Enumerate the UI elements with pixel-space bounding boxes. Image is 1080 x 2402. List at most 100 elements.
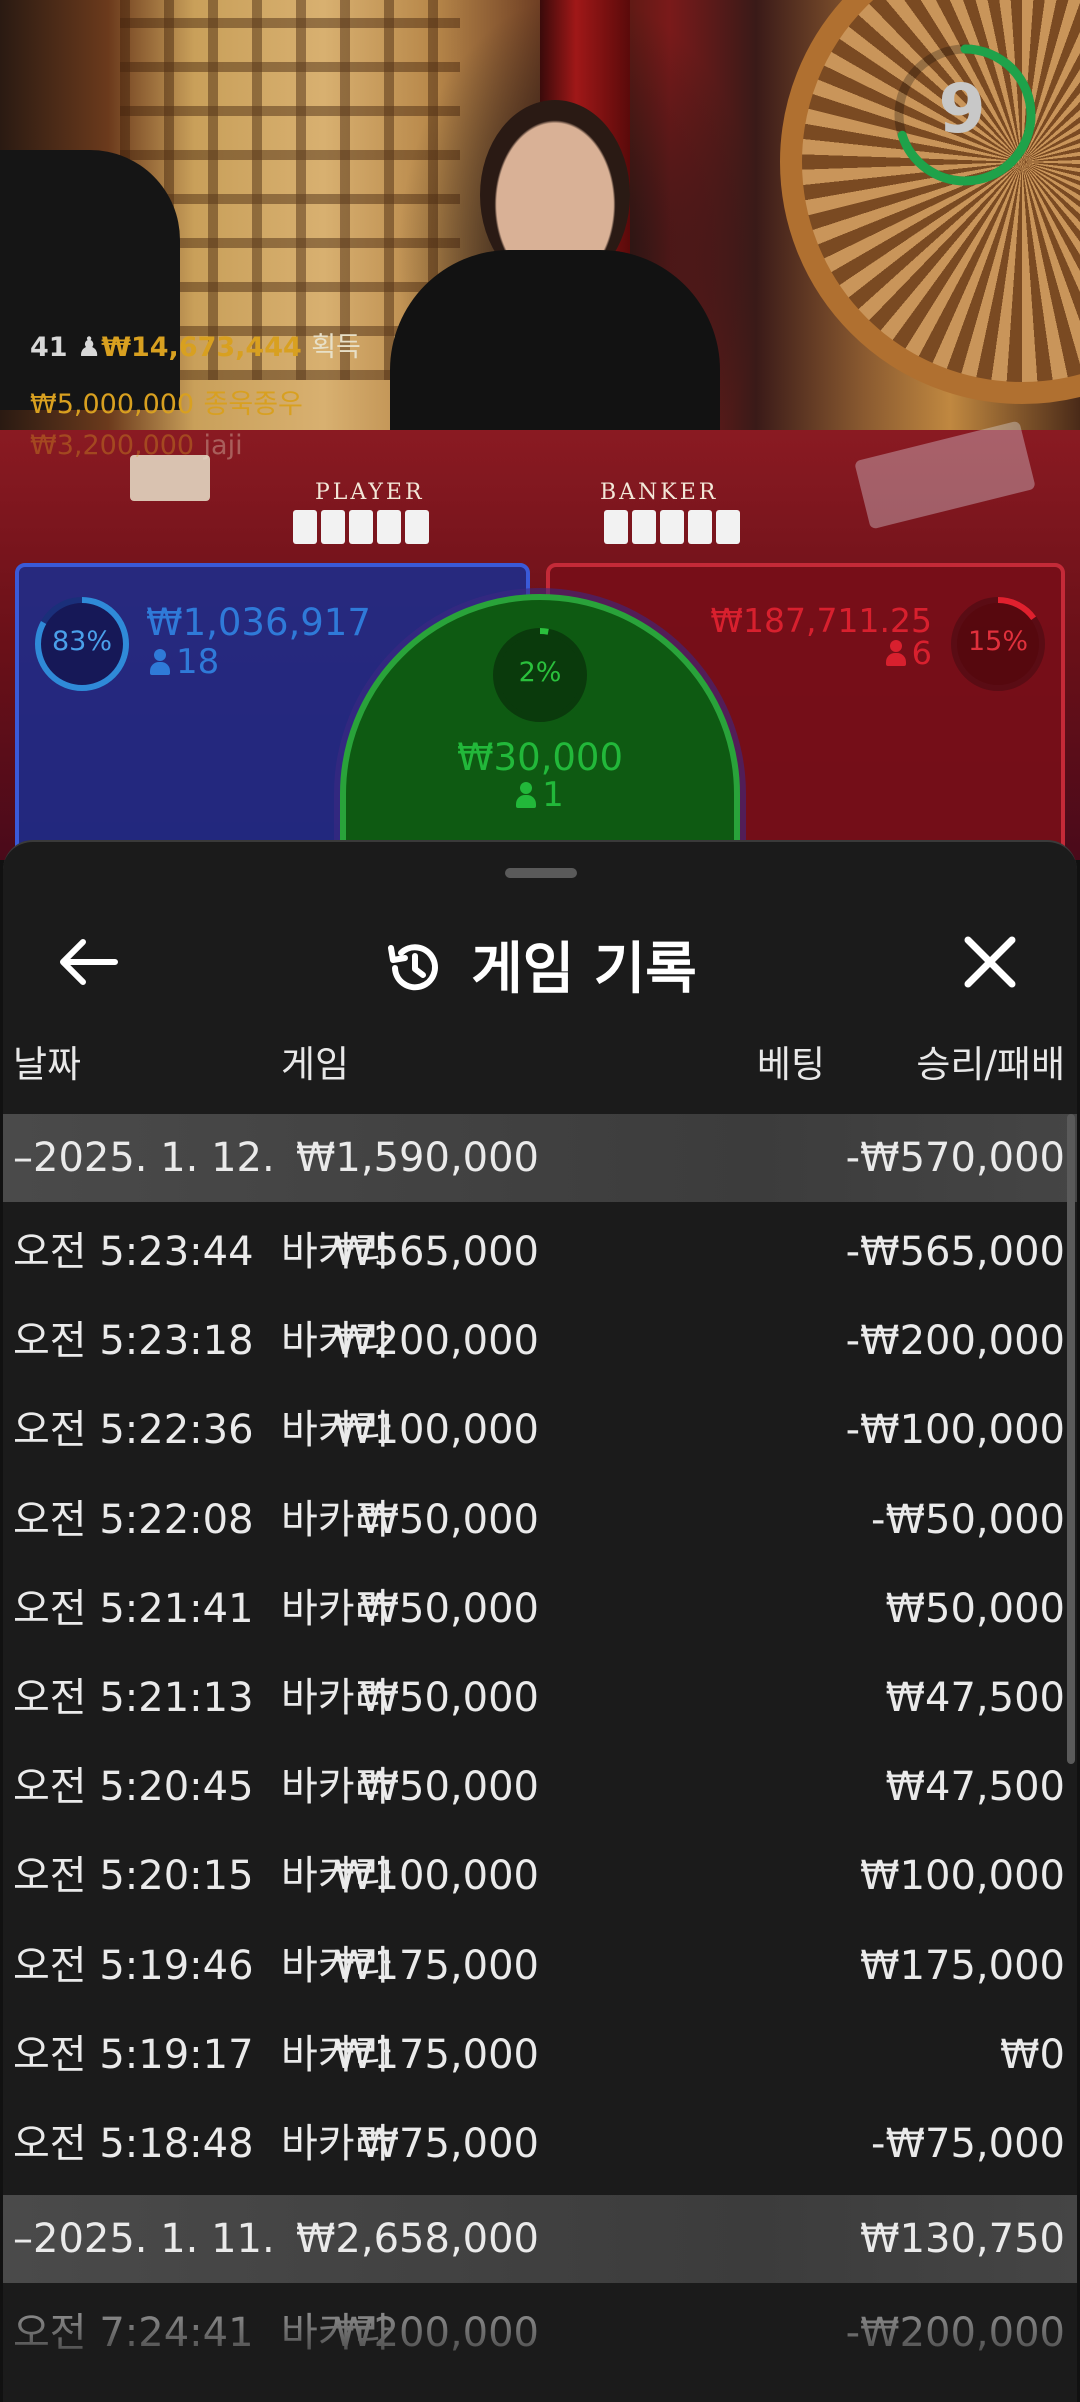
row-result: ₩100,000 <box>860 1853 1065 1900</box>
player-percent: 83% <box>51 626 112 657</box>
history-row[interactable]: 오전 5:18:48 바카라 ₩75,000 -₩75,000 <box>3 2100 1077 2189</box>
player-total-amount: ₩1,036,917 <box>146 601 371 644</box>
row-bet: ₩50,000 <box>359 1585 539 1632</box>
sheet-title: 게임 기록 <box>471 937 697 1002</box>
row-time: 오전 5:19:17 <box>13 2031 254 2078</box>
player-zone-label: PLAYER <box>315 480 425 505</box>
row-bet: ₩565,000 <box>334 1229 539 1275</box>
banker-bettor-count: 6 <box>846 634 932 672</box>
row-time: 오전 5:21:41 <box>13 1585 254 1632</box>
group-bet-total: ₩2,658,000 <box>295 2216 539 2263</box>
row-result: -₩50,000 <box>871 1496 1065 1543</box>
history-row[interactable]: 오전 5:23:18 바카라 ₩200,000 -₩200,000 <box>3 1297 1077 1386</box>
row-result: -₩565,000 <box>845 1229 1065 1275</box>
row-time: 오전 5:19:46 <box>13 1942 254 1989</box>
tie-bettor-count: 1 <box>490 775 590 815</box>
bottom-fade <box>3 2292 1077 2402</box>
win-amount: ₩5,000,000 <box>30 389 195 420</box>
row-time: 오전 5:22:36 <box>13 1407 254 1454</box>
history-row[interactable]: 오전 5:21:13 바카라 ₩50,000 ₩47,500 <box>3 1654 1077 1743</box>
row-bet: ₩75,000 <box>359 2120 539 2167</box>
tie-total-amount: ₩30,000 <box>456 736 624 779</box>
row-time: 오전 5:21:13 <box>13 1674 254 1721</box>
tie-count-value: 1 <box>542 775 564 815</box>
row-time: 오전 5:18:48 <box>13 2120 254 2167</box>
row-time: 오전 5:20:45 <box>13 1764 254 1811</box>
row-time: 오전 5:22:08 <box>13 1496 254 1543</box>
card-deck <box>130 455 210 501</box>
row-result: ₩50,000 <box>885 1585 1065 1632</box>
date-group-header[interactable]: –2025. 1. 12. ₩1,590,000 -₩570,000 <box>3 1114 1077 1202</box>
history-row[interactable]: 오전 5:21:41 바카라 ₩50,000 ₩50,000 <box>3 1565 1077 1654</box>
row-result: ₩175,000 <box>860 1942 1065 1989</box>
column-header-game: 게임 <box>281 1043 350 1086</box>
banker-zone-label: BANKER <box>600 480 719 505</box>
tie-percent: 2% <box>518 657 562 688</box>
row-bet: ₩50,000 <box>359 1496 539 1543</box>
row-bet: ₩100,000 <box>334 1407 539 1454</box>
history-icon <box>388 944 439 991</box>
countdown-timer-value: 9 <box>938 70 986 149</box>
group-date-value: 2025. 1. 11. <box>33 2216 275 2263</box>
row-bet: ₩200,000 <box>334 1318 539 1365</box>
win-amount: ₩3,200,000 <box>30 430 195 461</box>
date-group-header[interactable]: –2025. 1. 11. ₩2,658,000 ₩130,750 <box>3 2195 1077 2284</box>
history-list: –2025. 1. 12. ₩1,590,000 -₩570,000 오전 5:23:… <box>3 1114 1077 2378</box>
row-result: -₩75,000 <box>871 2120 1065 2167</box>
second-dealer <box>0 150 180 410</box>
group-date: –2025. 1. 12. <box>13 1114 275 1202</box>
sheet-header: 게임 기록 <box>3 902 1077 1022</box>
row-time: 오전 5:23:44 <box>13 1229 254 1275</box>
row-bet: ₩50,000 <box>359 1764 539 1811</box>
column-header-bet: 베팅 <box>756 1043 825 1086</box>
history-row[interactable]: 오전 5:19:46 바카라 ₩175,000 ₩175,000 <box>3 1922 1077 2011</box>
user-icon: ♟ <box>76 332 102 363</box>
row-result: ₩47,500 <box>885 1764 1065 1811</box>
sheet-title-wrap: 게임 기록 <box>3 924 1077 1005</box>
live-video-stage: PLAYER BANKER 41 ♟₩14,673,444 획득 ₩5,000,… <box>0 0 1080 860</box>
win-amount: ₩14,673,444 <box>101 332 302 363</box>
sheet-drag-handle[interactable] <box>505 868 577 878</box>
column-header-result: 승리/패배 <box>916 1043 1065 1086</box>
history-row[interactable]: 오전 5:23:44 바카라 ₩565,000 -₩565,000 <box>3 1208 1077 1297</box>
person-icon <box>885 640 906 666</box>
row-bet: ₩175,000 <box>334 2031 539 2078</box>
row-bet: ₩100,000 <box>334 1853 539 1900</box>
row-time: 오전 5:23:18 <box>13 1318 254 1365</box>
group-result-total: -₩570,000 <box>845 1135 1065 1181</box>
history-row[interactable]: 오전 5:22:36 바카라 ₩100,000 -₩100,000 <box>3 1386 1077 1475</box>
history-row[interactable]: 오전 5:20:15 바카라 ₩100,000 ₩100,000 <box>3 1832 1077 1921</box>
win-label: 획득 <box>311 332 361 363</box>
winner-line-2: ₩5,000,000 종욱종우 <box>30 382 303 421</box>
win-player-name: 종욱종우 <box>203 389 303 420</box>
person-icon <box>516 782 537 808</box>
group-date: –2025. 1. 11. <box>13 2195 275 2283</box>
history-row[interactable]: 오전 5:20:45 바카라 ₩50,000 ₩47,500 <box>3 1743 1077 1832</box>
row-time: 오전 5:20:15 <box>13 1853 254 1900</box>
winner-line-3: ₩3,200,000 jaji <box>30 430 243 461</box>
row-bet: ₩175,000 <box>334 1942 539 1989</box>
group-bet-total: ₩1,590,000 <box>295 1135 539 1181</box>
win-count: 41 <box>30 332 68 363</box>
banker-percent: 15% <box>967 626 1028 657</box>
row-result: ₩47,500 <box>885 1674 1065 1721</box>
game-history-sheet: 게임 기록 날짜 게임 베팅 승리/패배 –2025. 1. 12. ₩1,590… <box>3 840 1077 2402</box>
group-result-total: ₩130,750 <box>860 2216 1065 2263</box>
scrollbar[interactable] <box>1067 1114 1075 1764</box>
history-row[interactable]: 오전 5:19:17 바카라 ₩175,000 ₩0 <box>3 2011 1077 2100</box>
row-result: ₩0 <box>1000 2031 1065 2078</box>
player-count-value: 18 <box>176 642 220 682</box>
column-header-date: 날짜 <box>13 1043 82 1086</box>
person-icon <box>150 649 170 675</box>
row-result: -₩100,000 <box>845 1407 1065 1454</box>
row-result: -₩200,000 <box>845 1318 1065 1365</box>
close-button[interactable] <box>958 930 1022 994</box>
win-player-name: jaji <box>203 430 243 461</box>
row-bet: ₩50,000 <box>359 1674 539 1721</box>
banker-count-value: 6 <box>911 634 932 672</box>
banker-cards <box>604 510 740 544</box>
history-row[interactable]: 오전 5:22:08 바카라 ₩50,000 -₩50,000 <box>3 1476 1077 1565</box>
group-date-value: 2025. 1. 12. <box>33 1135 275 1181</box>
close-icon <box>964 936 1016 988</box>
winner-line-1: 41 ♟₩14,673,444 획득 <box>30 325 361 364</box>
